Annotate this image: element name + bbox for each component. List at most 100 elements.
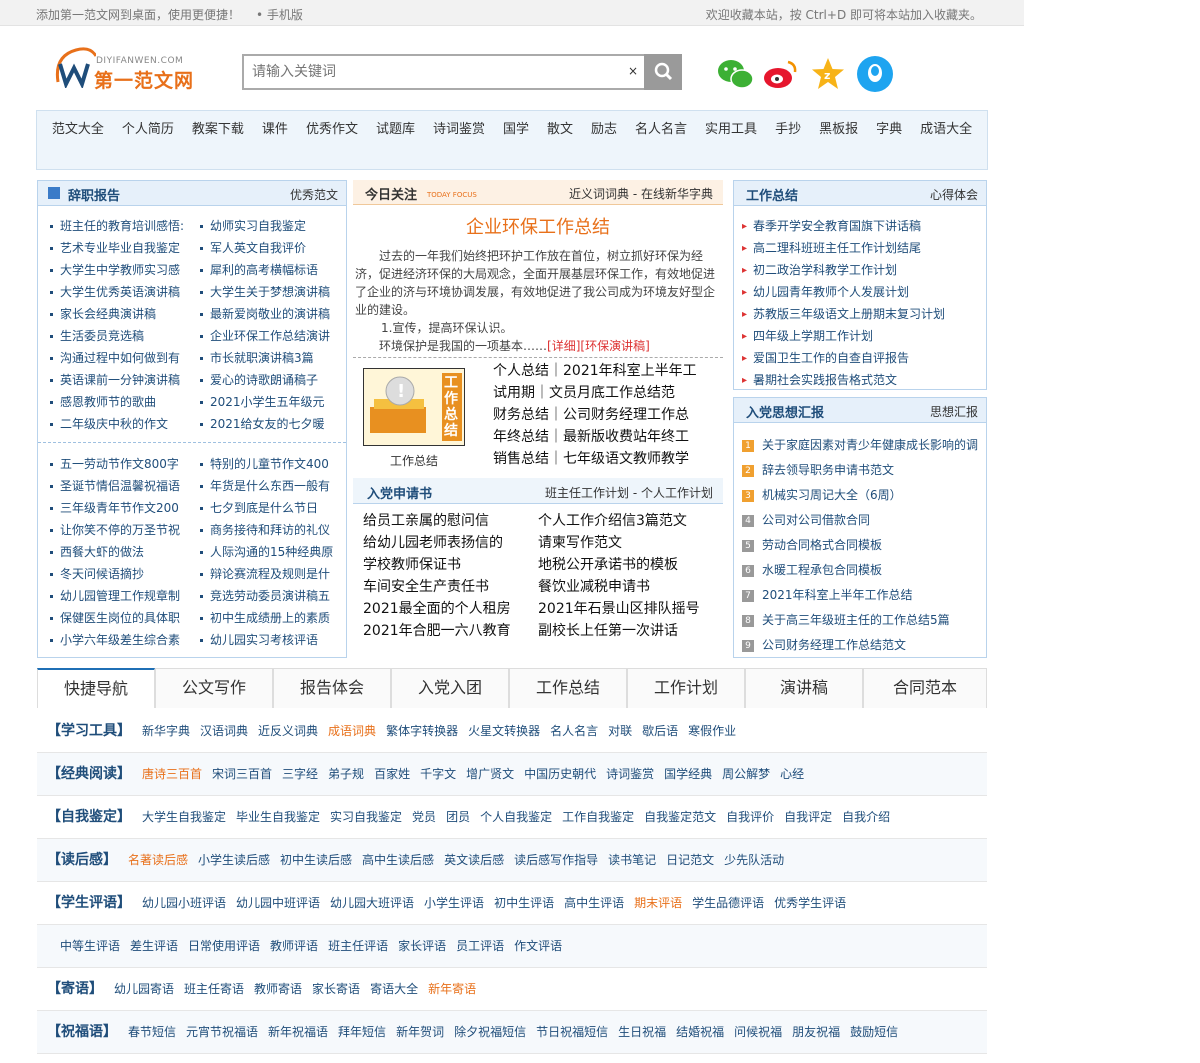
list-item[interactable]: 辩论赛流程及规则是什 (200, 565, 340, 582)
row-link[interactable]: 节日祝福短信 (536, 1025, 608, 1039)
tab-1[interactable]: 公文写作 (155, 668, 273, 708)
nav-item[interactable]: 黑板报 (819, 122, 858, 137)
list-item[interactable]: 春季开学安全教育国旗下讲话稿 (742, 217, 978, 234)
numbered-item[interactable]: 8 关于高三年级班主任的工作总结5篇 (742, 611, 982, 628)
row-link[interactable]: 增广贤文 (466, 767, 514, 781)
row-link[interactable]: 朋友祝福 (792, 1025, 840, 1039)
focus-item[interactable]: 销售总结｜七年级语文教师教学 (483, 448, 723, 468)
list-item[interactable]: 餐饮业减税申请书 (538, 576, 708, 596)
row-link[interactable]: 班主任寄语 (184, 982, 244, 996)
nav-item[interactable]: 成语大全 (920, 122, 972, 137)
list-item[interactable]: 2021年石景山区排队摇号 (538, 598, 708, 618)
rd-more[interactable]: 思想汇报 (930, 403, 978, 420)
row-link[interactable]: 初中生读后感 (280, 853, 352, 867)
row-link[interactable]: 新年祝福语 (268, 1025, 328, 1039)
numbered-item[interactable]: 4 公司对公司借款合同 (742, 511, 982, 528)
tab-2[interactable]: 报告体会 (273, 668, 391, 708)
rudang-title[interactable]: 入党申请书 (367, 483, 432, 502)
list-item[interactable]: 副校长上任第一次讲话 (538, 620, 708, 640)
row-link[interactable]: 自我鉴定范文 (644, 810, 716, 824)
list-item[interactable]: 特别的儿童节作文400 (200, 455, 340, 472)
nav-item[interactable]: 课件 (262, 122, 288, 137)
tab-4[interactable]: 工作总结 (509, 668, 627, 708)
list-item[interactable]: 犀利的高考横幅标语 (200, 261, 340, 278)
list-item[interactable]: 给幼儿园老师表扬信的 (363, 532, 533, 552)
nav-item[interactable]: 个人简历 (122, 122, 174, 137)
row-link[interactable]: 家长寄语 (312, 982, 360, 996)
rudang-more[interactable]: 班主任工作计划 - 个人工作计划 (545, 484, 713, 501)
nav-item[interactable]: 诗词鉴赏 (433, 122, 485, 137)
numbered-item[interactable]: 2 辞去领导职务申请书范文 (742, 461, 982, 478)
row-link[interactable]: 工作自我鉴定 (562, 810, 634, 824)
list-item[interactable]: 保健医生岗位的具体职 (50, 609, 190, 626)
list-item[interactable]: 小学六年级差生综合素 (50, 631, 190, 648)
mobile-link[interactable]: • 手机版 (256, 8, 303, 22)
list-item[interactable]: 企业环保工作总结演讲 (200, 327, 340, 344)
row-link[interactable]: 新华字典 (142, 724, 190, 738)
ci-title[interactable]: 辞职报告 (68, 185, 120, 204)
list-item[interactable]: 2021给女友的七夕暖 (200, 415, 340, 432)
nav-item[interactable]: 试题库 (376, 122, 415, 137)
list-item[interactable]: 二年级庆中秋的作文 (50, 415, 190, 432)
tab-5[interactable]: 工作计划 (627, 668, 745, 708)
list-item[interactable]: 艺术专业毕业自我鉴定 (50, 239, 190, 256)
row-link[interactable]: 唐诗三百首 (142, 767, 202, 781)
rd-title[interactable]: 入党思想汇报 (746, 402, 824, 421)
search-input[interactable] (242, 54, 644, 90)
row-link[interactable]: 成语词典 (328, 724, 376, 738)
list-item[interactable]: 苏教版三年级语文上册期末复习计划 (742, 305, 978, 322)
row-link[interactable]: 日记范文 (666, 853, 714, 867)
nav-item[interactable]: 散文 (547, 122, 573, 137)
list-item[interactable]: 地税公开承诺书的模板 (538, 554, 708, 574)
row-link[interactable]: 中国历史朝代 (524, 767, 596, 781)
numbered-item[interactable]: 3 机械实习周记大全（6周） (742, 486, 982, 503)
row-link[interactable]: 宋词三百首 (212, 767, 272, 781)
row-link[interactable]: 党员 (412, 810, 436, 824)
row-link[interactable]: 小学生读后感 (198, 853, 270, 867)
row-link[interactable]: 千字文 (420, 767, 456, 781)
list-item[interactable]: 初中生成绩册上的素质 (200, 609, 340, 626)
row-link[interactable]: 新年贺词 (396, 1025, 444, 1039)
row-link[interactable]: 实习自我鉴定 (330, 810, 402, 824)
list-item[interactable]: 班主任的教育培训感悟: (50, 217, 190, 234)
row-link[interactable]: 拜年短信 (338, 1025, 386, 1039)
row-link[interactable]: 结婚祝福 (676, 1025, 724, 1039)
row-link[interactable]: 火星文转换器 (468, 724, 540, 738)
tab-3[interactable]: 入党入团 (391, 668, 509, 708)
row-link[interactable]: 高中生评语 (564, 896, 624, 910)
row-link[interactable]: 繁体字转换器 (386, 724, 458, 738)
gz-title[interactable]: 工作总结 (746, 185, 798, 204)
list-item[interactable]: 冬天问候语摘抄 (50, 565, 190, 582)
list-item[interactable]: 2021最全面的个人租房 (363, 598, 533, 618)
row-link[interactable]: 百家姓 (374, 767, 410, 781)
nav-item[interactable]: 励志 (591, 122, 617, 137)
row-link[interactable]: 自我介绍 (842, 810, 890, 824)
list-item[interactable]: 最新爱岗敬业的演讲稿 (200, 305, 340, 322)
list-item[interactable]: 让你笑不停的万圣节祝 (50, 521, 190, 538)
list-item[interactable]: 七夕到底是什么节日 (200, 499, 340, 516)
focus-item[interactable]: 试用期｜文员月底工作总结范 (483, 382, 723, 402)
row-link[interactable]: 三字经 (282, 767, 318, 781)
nav-item[interactable]: 实用工具 (705, 122, 757, 137)
list-item[interactable]: 幼儿园管理工作规章制 (50, 587, 190, 604)
today-headline[interactable]: 企业环保工作总结 (353, 213, 723, 239)
row-link[interactable]: 近反义词典 (258, 724, 318, 738)
row-link[interactable]: 自我评价 (726, 810, 774, 824)
numbered-item[interactable]: 5 劳动合同格式合同模板 (742, 536, 982, 553)
row-link[interactable]: 新年寄语 (428, 982, 476, 996)
list-item[interactable]: 商务接待和拜访的礼仪 (200, 521, 340, 538)
nav-item[interactable]: 优秀作文 (306, 122, 358, 137)
list-item[interactable]: 家长会经典演讲稿 (50, 305, 190, 322)
list-item[interactable]: 暑期社会实践报告格式范文 (742, 371, 978, 388)
qq-icon[interactable] (857, 56, 893, 92)
row-link[interactable]: 初中生评语 (494, 896, 554, 910)
list-item[interactable]: 个人工作介绍信3篇范文 (538, 510, 708, 530)
wechat-icon[interactable] (716, 56, 754, 92)
list-item[interactable]: 幼儿园青年教师个人发展计划 (742, 283, 978, 300)
row-link[interactable]: 鼓励短信 (850, 1025, 898, 1039)
tab-0[interactable]: 快捷导航 (37, 668, 155, 708)
list-item[interactable]: 幼儿园实习考核评语 (200, 631, 340, 648)
list-item[interactable]: 西餐大虾的做法 (50, 543, 190, 560)
list-item[interactable]: 英语课前一分钟演讲稿 (50, 371, 190, 388)
list-item[interactable]: 学校教师保证书 (363, 554, 533, 574)
